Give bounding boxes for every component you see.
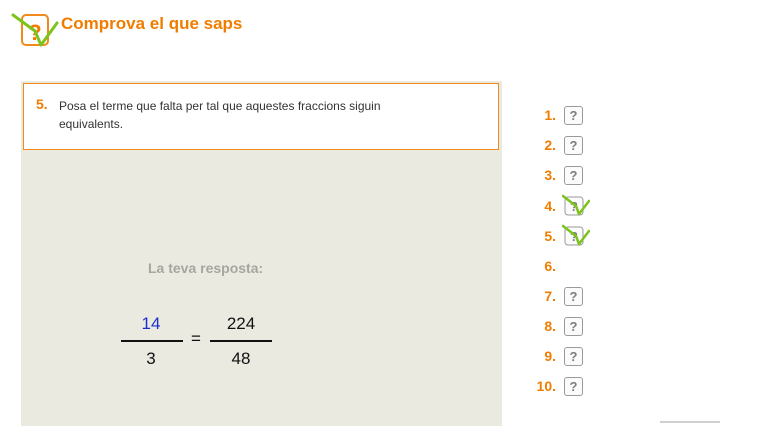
question-nav-label: 5. (544, 228, 556, 244)
question-check-icon: ? (11, 11, 61, 51)
question-icon[interactable]: ? (564, 106, 583, 125)
question-nav-item-9[interactable]: 9. ? (528, 342, 608, 372)
question-nav-item-8[interactable]: 8. ? (528, 312, 608, 342)
question-box: 5. Posa el terme que falta per tal que a… (23, 83, 499, 150)
question-nav-item-7[interactable]: 7. ? (528, 282, 608, 312)
answer-numerator-field[interactable]: 14 (120, 314, 182, 334)
question-nav-item-6[interactable]: 6. (528, 252, 608, 282)
question-nav-item-4[interactable]: 4. ? (528, 192, 608, 222)
question-icon[interactable]: ? (564, 377, 583, 396)
question-nav-label: 1. (544, 107, 556, 123)
question-nav-label: 3. (544, 167, 556, 183)
question-nav-label: 10. (536, 378, 556, 394)
question-nav-label: 9. (544, 348, 556, 364)
question-nav-item-5[interactable]: 5. ? (528, 222, 608, 252)
question-check-icon[interactable]: ? (561, 193, 591, 219)
question-nav-item-3[interactable]: 3. ? (528, 161, 608, 191)
fraction-bar (210, 340, 272, 342)
divider (660, 421, 720, 423)
question-nav-item-2[interactable]: 2. ? (528, 131, 608, 161)
question-text: Posa el terme que falta per tal que aque… (59, 99, 381, 131)
question-icon[interactable]: ? (564, 166, 583, 185)
right-numerator: 224 (226, 314, 256, 333)
question-nav-label: 2. (544, 137, 556, 153)
question-nav-label: 4. (544, 198, 556, 214)
question-nav-label: 8. (544, 318, 556, 334)
equals-sign: = (191, 329, 201, 348)
question-check-icon[interactable]: ? (561, 223, 591, 249)
page-dots-nav (60, 420, 480, 426)
right-denominator: 48 (231, 349, 251, 368)
question-number: 5. (36, 96, 48, 112)
question-icon[interactable]: ? (564, 287, 583, 306)
answer-label: La teva resposta: (148, 260, 264, 276)
question-icon[interactable]: ? (564, 347, 583, 366)
question-nav-label: 6. (544, 258, 556, 274)
question-nav-item-1[interactable]: 1. ? (528, 101, 608, 131)
question-icon[interactable]: ? (564, 317, 583, 336)
question-nav-label: 7. (544, 288, 556, 304)
exercise-panel: 5. Posa el terme que falta per tal que a… (21, 81, 502, 426)
question-nav-item-10[interactable]: 10. ? (528, 372, 608, 402)
left-denominator: 3 (146, 349, 156, 368)
question-icon[interactable]: ? (564, 136, 583, 155)
page-title: Comprova el que saps (61, 14, 243, 33)
fraction-bar (121, 340, 183, 342)
